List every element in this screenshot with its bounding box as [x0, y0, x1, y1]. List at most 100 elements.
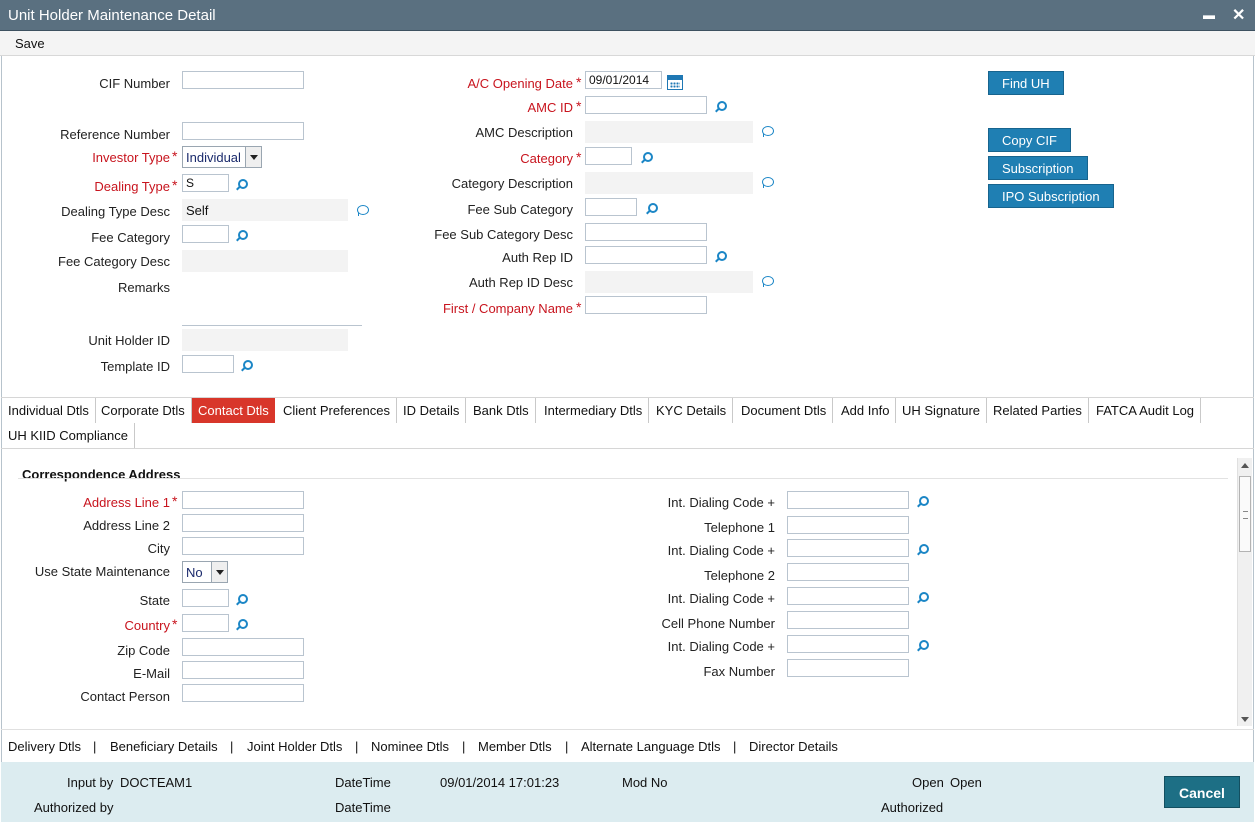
subscription-button[interactable]: Subscription	[988, 156, 1088, 180]
int-dialing-code-4-input[interactable]	[787, 635, 909, 653]
search-icon[interactable]	[916, 591, 930, 605]
toolbar: Save	[0, 31, 1255, 56]
telephone-2-input[interactable]	[787, 563, 909, 581]
save-button[interactable]: Save	[15, 36, 45, 51]
calendar-icon[interactable]	[667, 75, 683, 90]
fee-sub-category-desc-input[interactable]	[585, 223, 707, 241]
search-icon[interactable]	[235, 178, 249, 192]
int-dialing-code-label: Int. Dialing Code +	[667, 543, 775, 558]
telephone-1-input[interactable]	[787, 516, 909, 534]
amc-description-label: AMC Description	[475, 125, 573, 140]
minimize-icon[interactable]: ▬	[1203, 8, 1215, 22]
tab-corporate-dtls[interactable]: Corporate Dtls	[95, 398, 192, 423]
search-icon[interactable]	[235, 618, 249, 632]
cell-phone-label: Cell Phone Number	[661, 616, 775, 631]
int-dialing-code-3-input[interactable]	[787, 587, 909, 605]
link-director-details[interactable]: Director Details	[749, 739, 838, 754]
tab-document-dtls[interactable]: Document Dtls	[735, 398, 834, 423]
int-dialing-code-2-input[interactable]	[787, 539, 909, 557]
amc-description-value	[585, 121, 753, 143]
address-line-2-input[interactable]	[182, 514, 304, 532]
first-company-name-input[interactable]	[585, 296, 707, 314]
tab-related-parties[interactable]: Related Parties	[987, 398, 1089, 423]
link-joint-holder-dtls[interactable]: Joint Holder Dtls	[247, 739, 342, 754]
amc-id-input[interactable]	[585, 96, 707, 114]
tab-fatca-audit-log[interactable]: FATCA Audit Log	[1090, 398, 1202, 423]
template-id-label: Template ID	[100, 359, 170, 374]
speech-bubble-icon[interactable]	[761, 126, 775, 138]
link-nominee-dtls[interactable]: Nominee Dtls	[371, 739, 449, 754]
link-beneficiary-details[interactable]: Beneficiary Details	[110, 739, 218, 754]
chevron-down-icon[interactable]	[245, 147, 261, 167]
tabbar-bottom-border	[1, 448, 1254, 449]
scroll-up-icon[interactable]	[1241, 463, 1249, 468]
scroll-thumb[interactable]	[1239, 476, 1251, 552]
cif-number-input[interactable]	[182, 71, 304, 89]
search-icon[interactable]	[916, 543, 930, 557]
address-line-1-input[interactable]	[182, 491, 304, 509]
search-icon[interactable]	[240, 359, 254, 373]
search-icon[interactable]	[916, 495, 930, 509]
search-icon[interactable]	[916, 639, 930, 653]
country-input[interactable]	[182, 614, 229, 632]
use-state-maintenance-select[interactable]: No	[182, 561, 228, 583]
search-icon[interactable]	[640, 151, 654, 165]
search-icon[interactable]	[235, 229, 249, 243]
speech-bubble-icon[interactable]	[761, 276, 775, 288]
int-dialing-code-1-input[interactable]	[787, 491, 909, 509]
remarks-textarea[interactable]	[182, 278, 362, 326]
int-dialing-code-label: Int. Dialing Code +	[667, 495, 775, 510]
tab-id-details[interactable]: ID Details	[397, 398, 467, 423]
zip-code-input[interactable]	[182, 638, 304, 656]
email-input[interactable]	[182, 661, 304, 679]
speech-bubble-icon[interactable]	[761, 177, 775, 189]
search-icon[interactable]	[714, 100, 728, 114]
auth-rep-id-input[interactable]	[585, 246, 707, 264]
dealing-type-input[interactable]: S	[182, 174, 229, 192]
datetime2-label: DateTime	[335, 800, 391, 815]
fax-number-label: Fax Number	[703, 664, 775, 679]
category-input[interactable]	[585, 147, 632, 165]
reference-number-input[interactable]	[182, 122, 304, 140]
tab-add-info[interactable]: Add Info	[835, 398, 897, 423]
investor-type-select[interactable]: Individual	[182, 146, 262, 168]
tab-contact-dtls[interactable]: Contact Dtls	[192, 398, 275, 423]
dealing-type-label: Dealing Type	[94, 179, 170, 194]
link-alternate-language-dtls[interactable]: Alternate Language Dtls	[581, 739, 720, 754]
fax-number-input[interactable]	[787, 659, 909, 677]
contact-person-input[interactable]	[182, 684, 304, 702]
cell-phone-input[interactable]	[787, 611, 909, 629]
link-member-dtls[interactable]: Member Dtls	[478, 739, 552, 754]
close-icon[interactable]: ✕	[1232, 5, 1245, 25]
tab-client-preferences[interactable]: Client Preferences	[277, 398, 397, 423]
city-input[interactable]	[182, 537, 304, 555]
tab-individual-dtls[interactable]: Individual Dtls	[2, 398, 96, 423]
tab-kyc-details[interactable]: KYC Details	[650, 398, 734, 423]
tab-intermediary-dtls[interactable]: Intermediary Dtls	[538, 398, 650, 423]
copy-cif-button[interactable]: Copy CIF	[988, 128, 1071, 152]
links-top-border	[1, 729, 1254, 730]
tab-bank-dtls[interactable]: Bank Dtls	[467, 398, 536, 423]
zip-code-label: Zip Code	[117, 643, 170, 658]
find-uh-button[interactable]: Find UH	[988, 71, 1064, 95]
search-icon[interactable]	[645, 202, 659, 216]
search-icon[interactable]	[714, 250, 728, 264]
fee-sub-category-input[interactable]	[585, 198, 637, 216]
link-separator: |	[93, 739, 97, 754]
cancel-button[interactable]: Cancel	[1164, 776, 1240, 808]
search-icon[interactable]	[235, 593, 249, 607]
ac-opening-date-input[interactable]: 09/01/2014	[585, 71, 662, 89]
int-dialing-code-label: Int. Dialing Code +	[667, 591, 775, 606]
link-delivery-dtls[interactable]: Delivery Dtls	[8, 739, 81, 754]
fee-category-input[interactable]	[182, 225, 229, 243]
vertical-scrollbar[interactable]	[1237, 458, 1252, 726]
chevron-down-icon[interactable]	[211, 562, 227, 582]
tab-uh-kiid-compliance[interactable]: UH KIID Compliance	[2, 423, 135, 448]
state-input[interactable]	[182, 589, 229, 607]
tab-uh-signature[interactable]: UH Signature	[896, 398, 988, 423]
ipo-subscription-button[interactable]: IPO Subscription	[988, 184, 1114, 208]
scroll-down-icon[interactable]	[1241, 717, 1249, 722]
speech-bubble-icon[interactable]	[356, 205, 370, 217]
telephone-2-label: Telephone 2	[704, 568, 775, 583]
template-id-input[interactable]	[182, 355, 234, 373]
